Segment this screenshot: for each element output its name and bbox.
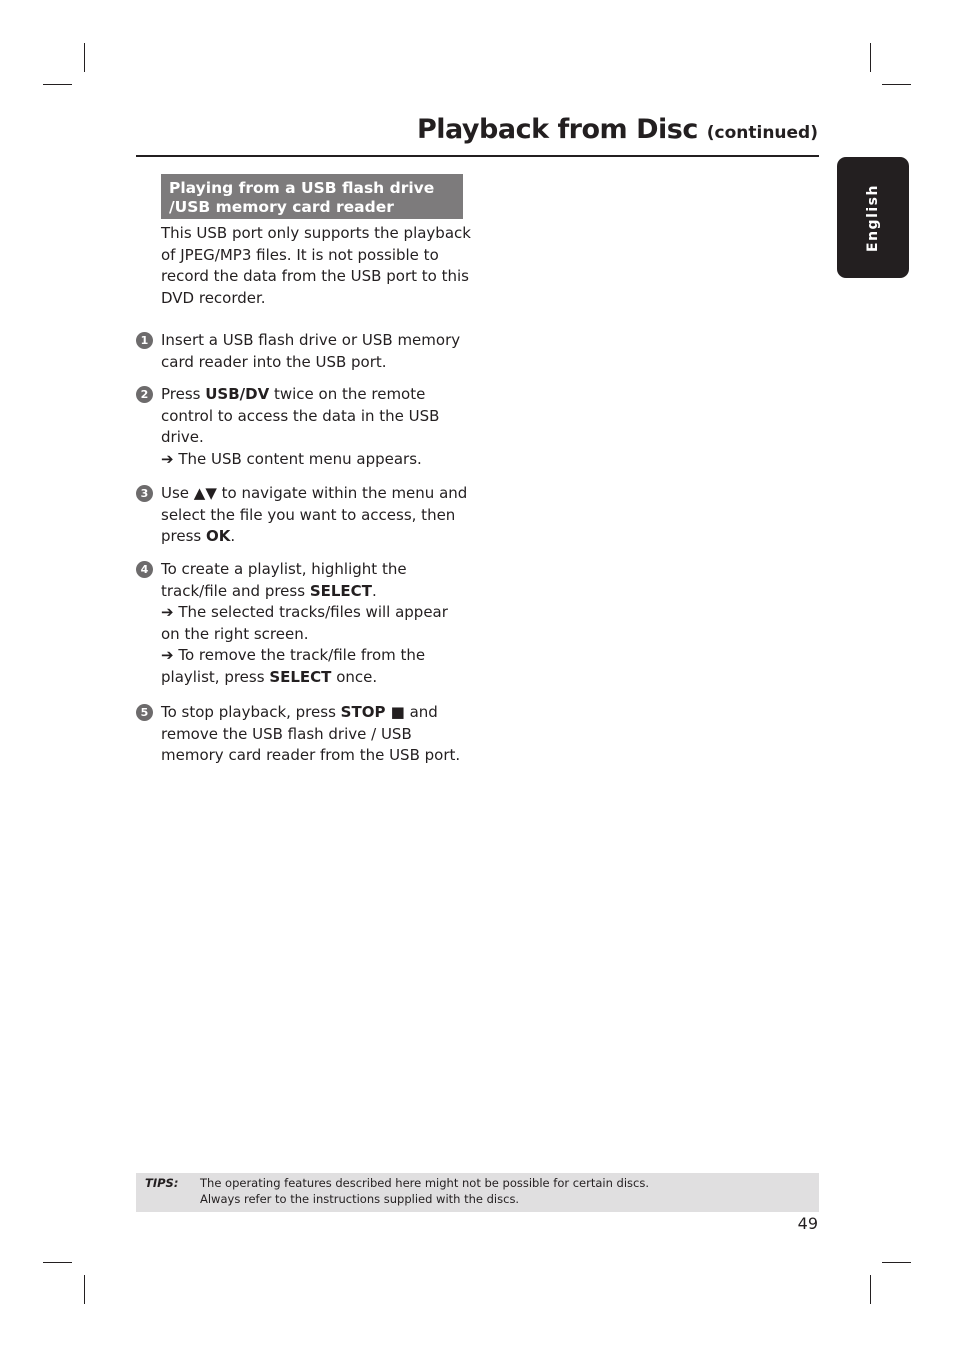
button-name: SELECT [269,667,332,686]
section-heading: Playing from a USB flash drive /USB memo… [161,174,463,219]
step-number-badge: 2 [136,386,153,403]
section-heading-line2: /USB memory card reader [169,198,394,216]
step-number-badge: 3 [136,485,153,502]
crop-mark [882,84,911,85]
section-heading-line1: Playing from a USB flash drive [169,179,435,197]
step-number-badge: 1 [136,332,153,349]
title-suffix: (continued) [706,123,818,143]
step-text: To stop playback, press STOP ■ and remov… [161,703,461,764]
crop-mark [84,1275,85,1304]
step-item: 3 Use ▲▼ to navigate within the menu and … [136,483,471,548]
intro-paragraph: This USB port only supports the playback… [161,224,471,307]
step-number-badge: 5 [136,704,153,721]
language-label: English [865,183,881,252]
step-text: Insert a USB flash drive or USB memory c… [161,331,461,371]
button-name: USB/DV [205,385,270,403]
button-name: STOP ■ [340,703,405,721]
language-tab: English [837,157,909,278]
step-number-badge: 4 [136,561,153,578]
step-item: 1 Insert a USB flash drive or USB memory … [136,330,471,373]
tips-line1: The operating features described here mi… [200,1176,650,1190]
crop-mark [43,1262,72,1263]
step-text: Press USB/DV twice on the remote control… [161,385,440,468]
button-name: OK [206,527,231,545]
step-item: 4 To create a playlist, highlight the tra… [136,559,471,688]
tips-label: TIPS: [145,1176,179,1190]
crop-mark [870,1275,871,1304]
crop-mark [84,43,85,72]
button-name: SELECT [309,581,372,600]
tips-line2: Always refer to the instructions supplie… [200,1192,520,1206]
step-item: 2 Press USB/DV twice on the remote contro… [136,384,471,470]
header-rule [136,155,819,157]
title-text: Playback from Disc [417,114,698,145]
step-text: To create a playlist, highlight the trac… [161,560,448,686]
step-item: 5 To stop playback, press STOP ■ and remo… [136,702,471,767]
tips-box: TIPS: The operating features described h… [136,1173,819,1212]
page-number: 49 [797,1214,818,1233]
page-title: Playback from Disc (continued) [417,114,818,145]
crop-mark [882,1262,911,1263]
crop-mark [43,84,72,85]
crop-mark [870,43,871,72]
step-text: Use ▲▼ to navigate within the menu and s… [161,484,468,545]
